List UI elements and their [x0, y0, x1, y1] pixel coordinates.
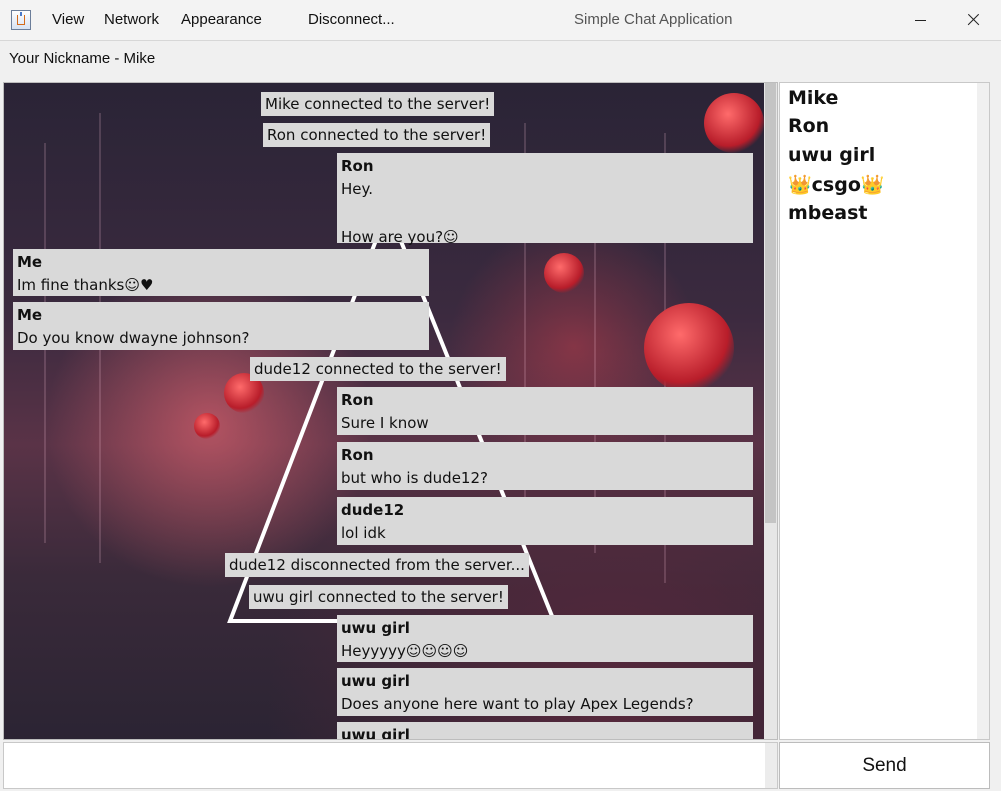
- message-text: Heyyyyy☺☺☺☺: [341, 642, 469, 660]
- message-text: Do you know dwayne johnson?: [17, 329, 250, 347]
- message-bubble: Ron Hey. How are you?☺: [337, 153, 753, 246]
- user-list[interactable]: Mike Ron uwu girl 👑csgo👑 mbeast: [779, 82, 990, 740]
- message-sender: Ron: [341, 391, 374, 409]
- send-button[interactable]: Send: [779, 742, 990, 789]
- message-sender: Me: [17, 253, 43, 271]
- message-sender: uwu girl: [341, 726, 410, 740]
- java-app-icon[interactable]: [11, 10, 31, 30]
- system-message: Mike connected to the server!: [261, 92, 495, 116]
- window-title: Simple Chat Application: [574, 11, 733, 28]
- message-text: Hey.: [341, 180, 374, 198]
- menu-disconnect[interactable]: Disconnect...: [308, 11, 395, 28]
- menu-view[interactable]: View: [52, 11, 84, 28]
- input-scrollbar[interactable]: [765, 743, 777, 788]
- chat-scrollbar-thumb[interactable]: [765, 83, 776, 523]
- user-list-scrollbar[interactable]: [977, 83, 989, 739]
- message-sender: uwu girl: [341, 619, 410, 637]
- chat-panel[interactable]: Mike connected to the server! Ron connec…: [3, 82, 778, 740]
- system-message: dude12 disconnected from the server...: [225, 553, 529, 577]
- user-list-item[interactable]: Mike: [788, 87, 838, 109]
- message-text: Im fine thanks☺♥: [17, 276, 154, 294]
- message-sender: dude12: [341, 501, 405, 519]
- minimize-button[interactable]: [898, 0, 944, 40]
- user-list-item[interactable]: 👑csgo👑: [788, 173, 885, 196]
- message-bubble: Me Do you know dwayne johnson?: [13, 302, 429, 350]
- message-text: How are you?☺: [341, 228, 459, 246]
- message-text: Sure I know: [341, 414, 429, 432]
- user-list-item[interactable]: uwu girl: [788, 144, 875, 166]
- user-list-item[interactable]: Ron: [788, 115, 829, 137]
- system-message: uwu girl connected to the server!: [249, 585, 508, 609]
- chat-scrollbar[interactable]: [764, 83, 777, 739]
- message-text: lol idk: [341, 524, 386, 542]
- message-bubble: dude12 lol idk: [337, 497, 753, 545]
- close-button[interactable]: [950, 0, 996, 40]
- message-bubble: Ron Sure I know: [337, 387, 753, 435]
- menu-network[interactable]: Network: [104, 11, 159, 28]
- message-text: Does anyone here want to play Apex Legen…: [341, 695, 694, 713]
- message-text: [341, 201, 749, 225]
- nickname-label: Your Nickname - Mike: [9, 50, 156, 67]
- message-sender: Ron: [341, 157, 374, 175]
- system-message: dude12 connected to the server!: [250, 357, 506, 381]
- user-list-item[interactable]: mbeast: [788, 202, 868, 224]
- message-sender: uwu girl: [341, 672, 410, 690]
- message-input[interactable]: [4, 743, 764, 788]
- message-bubble: uwu girl Heyyyyy☺☺☺☺: [337, 615, 753, 662]
- message-bubble: uwu girl Does anyone here want to play A…: [337, 668, 753, 716]
- title-bar: View Network Appearance Disconnect... Si…: [0, 0, 1001, 41]
- nickname-row: Your Nickname - Mike: [0, 41, 1001, 81]
- message-sender: Me: [17, 306, 43, 324]
- message-bubble: Me Im fine thanks☺♥: [13, 249, 429, 296]
- message-input-area[interactable]: [3, 742, 778, 789]
- menu-appearance[interactable]: Appearance: [181, 11, 262, 28]
- system-message: Ron connected to the server!: [263, 123, 491, 147]
- minimize-icon: [915, 20, 926, 21]
- message-bubble: Ron but who is dude12?: [337, 442, 753, 490]
- message-bubble: uwu girl: [337, 722, 753, 740]
- message-sender: Ron: [341, 446, 374, 464]
- message-text: but who is dude12?: [341, 469, 488, 487]
